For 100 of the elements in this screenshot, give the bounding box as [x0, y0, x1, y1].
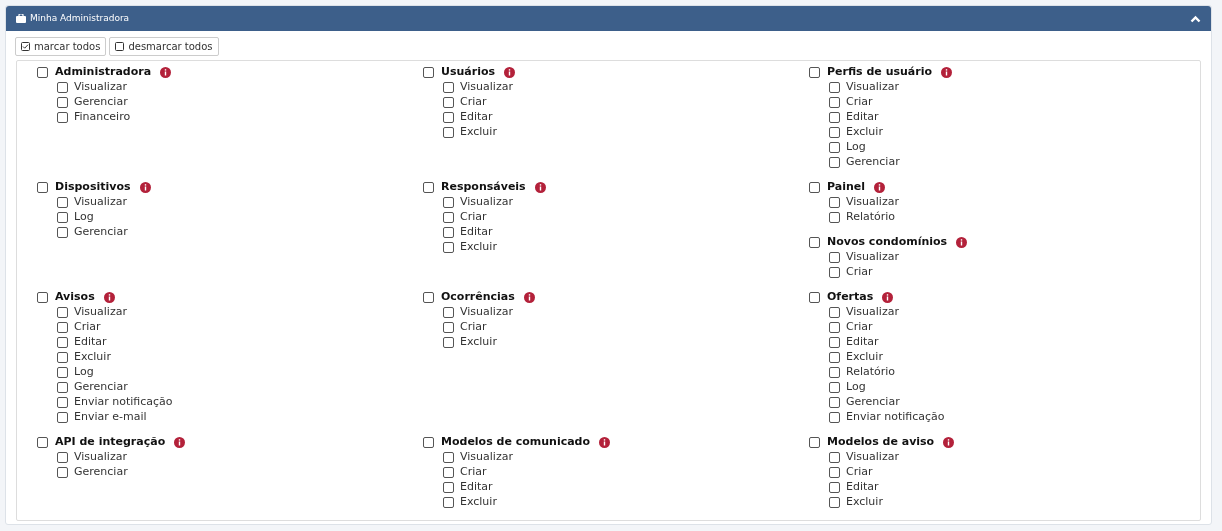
- group-label: Usuários: [441, 64, 496, 81]
- info-icon[interactable]: [103, 292, 115, 303]
- checkbox[interactable]: [829, 412, 840, 423]
- checkbox[interactable]: [443, 307, 454, 318]
- checkbox[interactable]: [57, 197, 68, 208]
- checkbox[interactable]: [443, 482, 454, 493]
- checkbox[interactable]: [57, 82, 68, 93]
- permission-label: Enviar notificação: [74, 394, 173, 411]
- checkbox[interactable]: [829, 497, 840, 508]
- checkbox[interactable]: [829, 307, 840, 318]
- checkbox[interactable]: [443, 452, 454, 463]
- checkbox[interactable]: [829, 82, 840, 93]
- info-icon[interactable]: [599, 437, 611, 448]
- checkbox[interactable]: [829, 267, 840, 278]
- checkbox[interactable]: [57, 467, 68, 478]
- checkbox[interactable]: [443, 322, 454, 333]
- toolbar-button[interactable]: desmarcar todos: [109, 37, 219, 56]
- briefcase-icon: [16, 14, 26, 23]
- checkbox[interactable]: [57, 397, 68, 408]
- checkbox[interactable]: [37, 292, 48, 303]
- checkbox[interactable]: [829, 97, 840, 108]
- checkbox[interactable]: [443, 337, 454, 348]
- checkbox[interactable]: [57, 212, 68, 223]
- collapse-button[interactable]: [1190, 14, 1201, 23]
- checkbox[interactable]: [57, 452, 68, 463]
- checkbox[interactable]: [829, 352, 840, 363]
- permission-label: Editar: [460, 479, 493, 496]
- checkbox[interactable]: [443, 197, 454, 208]
- permission-label: Visualizar: [460, 194, 513, 211]
- info-icon[interactable]: [160, 67, 172, 78]
- permission-label: Editar: [460, 224, 493, 241]
- checkbox[interactable]: [443, 97, 454, 108]
- checkbox[interactable]: [423, 182, 434, 193]
- checkbox[interactable]: [423, 292, 434, 303]
- checkbox[interactable]: [829, 467, 840, 478]
- info-icon[interactable]: [941, 67, 953, 78]
- checkbox[interactable]: [829, 157, 840, 168]
- checkbox[interactable]: [829, 142, 840, 153]
- checkbox[interactable]: [809, 67, 820, 78]
- checkbox[interactable]: [57, 352, 68, 363]
- info-icon[interactable]: [874, 182, 886, 193]
- checkbox[interactable]: [443, 112, 454, 123]
- checkbox[interactable]: [57, 307, 68, 318]
- checkbox[interactable]: [57, 112, 68, 123]
- permission-label: Gerenciar: [846, 154, 900, 171]
- info-icon[interactable]: [174, 437, 186, 448]
- permission-label: Criar: [846, 319, 873, 336]
- checkbox[interactable]: [829, 452, 840, 463]
- checkbox[interactable]: [423, 67, 434, 78]
- checkbox[interactable]: [443, 227, 454, 238]
- info-icon[interactable]: [943, 437, 955, 448]
- checkbox[interactable]: [443, 127, 454, 138]
- info-icon[interactable]: [882, 292, 894, 303]
- checkbox[interactable]: [829, 397, 840, 408]
- permission-label: Criar: [460, 319, 487, 336]
- info-icon[interactable]: [139, 182, 151, 193]
- checkbox[interactable]: [829, 322, 840, 333]
- checkbox[interactable]: [829, 127, 840, 138]
- permission-label: Relatório: [846, 364, 896, 381]
- toolbar-button[interactable]: marcar todos: [15, 37, 107, 56]
- checkbox[interactable]: [37, 437, 48, 448]
- checkbox[interactable]: [443, 212, 454, 223]
- checkbox[interactable]: [57, 97, 68, 108]
- checkbox[interactable]: [829, 212, 840, 223]
- permission-label: Enviar e-mail: [74, 409, 147, 426]
- permission-label: Visualizar: [74, 79, 127, 96]
- checkbox[interactable]: [809, 437, 820, 448]
- checkbox[interactable]: [829, 337, 840, 348]
- checkbox[interactable]: [57, 382, 68, 393]
- checkbox[interactable]: [443, 467, 454, 478]
- checkbox[interactable]: [829, 382, 840, 393]
- info-icon[interactable]: [504, 67, 516, 78]
- checkbox[interactable]: [443, 82, 454, 93]
- checkbox[interactable]: [829, 367, 840, 378]
- checkbox[interactable]: [37, 182, 48, 193]
- checkbox[interactable]: [37, 67, 48, 78]
- checkbox[interactable]: [829, 252, 840, 263]
- checkbox[interactable]: [809, 292, 820, 303]
- checkbox[interactable]: [829, 197, 840, 208]
- group-label: Novos condomínios: [827, 234, 948, 251]
- permission-label: Gerenciar: [846, 394, 900, 411]
- checkbox[interactable]: [57, 367, 68, 378]
- checkbox[interactable]: [809, 182, 820, 193]
- checkbox[interactable]: [423, 437, 434, 448]
- checkbox[interactable]: [829, 112, 840, 123]
- info-icon[interactable]: [956, 237, 968, 248]
- checkbox[interactable]: [57, 337, 68, 348]
- info-icon[interactable]: [523, 292, 535, 303]
- checkbox[interactable]: [57, 412, 68, 423]
- checkbox[interactable]: [443, 497, 454, 508]
- permission-label: Visualizar: [74, 194, 127, 211]
- info-icon[interactable]: [534, 182, 546, 193]
- checkbox[interactable]: [57, 322, 68, 333]
- permission-label: Excluir: [846, 494, 883, 511]
- checkbox[interactable]: [829, 482, 840, 493]
- checkbox[interactable]: [809, 237, 820, 248]
- permission-label: Criar: [74, 319, 101, 336]
- checkbox[interactable]: [443, 242, 454, 253]
- checked-square-icon: [21, 42, 30, 51]
- checkbox[interactable]: [57, 227, 68, 238]
